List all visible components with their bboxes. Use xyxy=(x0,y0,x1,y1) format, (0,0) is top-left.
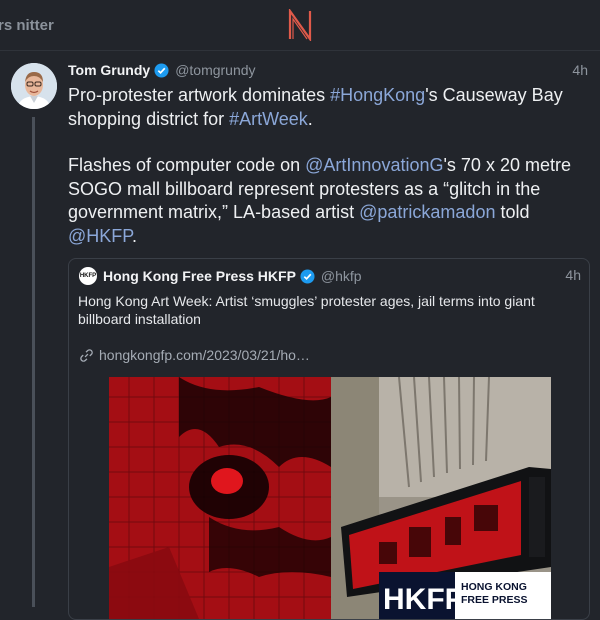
quote-link[interactable]: hongkongfp.com/2023/03/21/ho… xyxy=(79,347,310,363)
top-bar: rs nitter xyxy=(0,0,600,51)
tweet: Tom Grundy @tomgrundy 4h Pro-protester a… xyxy=(0,51,600,620)
quote-avatar[interactable]: HKFP xyxy=(79,267,97,285)
author-avatar[interactable] xyxy=(11,63,57,109)
author-handle[interactable]: @tomgrundy xyxy=(175,62,255,78)
mention-link[interactable]: @ArtInnovationG xyxy=(305,155,443,175)
thread-line xyxy=(32,117,35,607)
quote-link-text[interactable]: hongkongfp.com/2023/03/21/ho… xyxy=(99,347,310,363)
quoted-tweet[interactable]: HKFP Hong Kong Free Press HKFP @hkfp 4h … xyxy=(68,258,590,620)
hashtag-link[interactable]: #ArtWeek xyxy=(229,109,308,129)
nitter-logo-icon[interactable] xyxy=(286,9,314,41)
mention-link[interactable]: @HKFP xyxy=(68,226,132,246)
text-segment: Pro-protester artwork dominates xyxy=(68,85,331,105)
tweet-text: Pro-protester artwork dominates #HongKon… xyxy=(68,84,583,248)
text-segment: . xyxy=(307,108,313,129)
hashtag-link[interactable]: #HongKong xyxy=(330,85,425,105)
text-segment: Flashes of computer code on xyxy=(68,155,306,175)
mention-link[interactable]: @patrickamadon xyxy=(359,202,495,222)
quote-text: Hong Kong Art Week: Artist ‘smuggles’ pr… xyxy=(78,293,535,327)
watermark-line-1: HONG KONG xyxy=(461,581,527,593)
verified-badge-icon xyxy=(154,62,169,78)
quote-time[interactable]: 4h xyxy=(565,267,581,283)
quote-header: HKFP Hong Kong Free Press HKFP @hkfp xyxy=(79,267,362,285)
text-segment: . xyxy=(131,225,137,246)
quote-author-name[interactable]: Hong Kong Free Press HKFP xyxy=(103,268,296,284)
text-segment: told xyxy=(495,202,530,222)
quote-author-handle[interactable]: @hkfp xyxy=(321,268,362,284)
verified-badge-icon xyxy=(300,268,315,284)
nav-link-followers[interactable]: rs nitter xyxy=(0,17,54,34)
watermark-line-2: FREE PRESS xyxy=(461,594,528,606)
quote-image[interactable]: HKFP HONG KONG FREE PRESS xyxy=(109,377,551,619)
tweet-time[interactable]: 4h xyxy=(572,62,588,78)
link-icon xyxy=(80,348,93,362)
tweet-header: Tom Grundy @tomgrundy xyxy=(68,62,256,78)
author-name[interactable]: Tom Grundy xyxy=(68,62,150,78)
